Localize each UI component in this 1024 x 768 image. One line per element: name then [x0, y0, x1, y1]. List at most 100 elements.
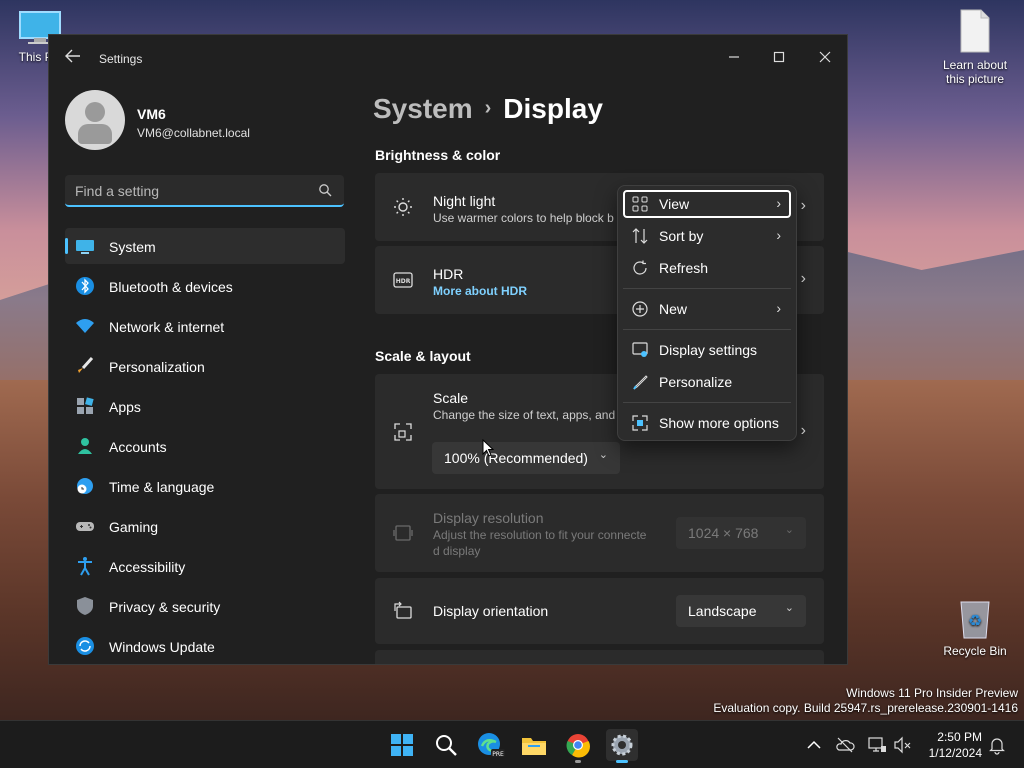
- dropdown-value: Landscape: [688, 603, 757, 619]
- accessibility-icon: [78, 557, 92, 576]
- onedrive-tray[interactable]: [835, 735, 855, 755]
- hdr-icon: HDR: [393, 272, 413, 288]
- taskbar-file-explorer-button[interactable]: [518, 729, 550, 761]
- title-bar: Settings: [49, 35, 847, 81]
- sidebar-item-gaming[interactable]: Gaming: [65, 508, 345, 544]
- card-subtitle: Use warmer colors to help block b: [433, 211, 614, 225]
- menu-item-new[interactable]: New ›: [623, 295, 791, 323]
- menu-item-view[interactable]: View ›: [623, 190, 791, 218]
- resolution-dropdown: 1024 × 768 ⌄: [676, 517, 806, 549]
- section-heading-brightness: Brightness & color: [375, 147, 501, 163]
- recycle-bin-icon: ♻: [955, 596, 995, 640]
- profile-email: VM6@collabnet.local: [137, 126, 250, 140]
- sidebar-nav: System Bluetooth & devices Network & int…: [65, 228, 345, 664]
- avatar: [65, 90, 125, 150]
- start-button[interactable]: [386, 729, 418, 761]
- taskbar-clock[interactable]: 2:50 PM 1/12/2024: [929, 729, 982, 761]
- breadcrumb-parent[interactable]: System: [373, 93, 473, 124]
- dropdown-value: 1024 × 768: [688, 525, 759, 541]
- page-title: Display: [503, 93, 603, 124]
- clock-time: 2:50 PM: [937, 730, 982, 744]
- menu-item-label: Sort by: [659, 228, 704, 244]
- menu-item-display-settings[interactable]: Display settings: [623, 336, 791, 364]
- notifications-button[interactable]: [987, 735, 1007, 755]
- folder-icon: [522, 738, 546, 755]
- taskbar-edge-button[interactable]: PRE: [474, 729, 506, 761]
- orientation-icon: [394, 601, 412, 619]
- sidebar-item-accounts[interactable]: Accounts: [65, 428, 345, 464]
- edge-browser-icon: PRE: [478, 733, 505, 758]
- menu-item-label: Display settings: [659, 342, 758, 358]
- taskbar-search-button[interactable]: [430, 729, 462, 761]
- window-title: Settings: [99, 52, 143, 66]
- search-box: [65, 175, 344, 207]
- sidebar-item-label: Network & internet: [109, 319, 225, 335]
- scale-icon: [394, 423, 412, 441]
- display-orientation-card: Display orientation Landscape ⌄: [375, 578, 824, 644]
- menu-item-sort-by[interactable]: Sort by ›: [623, 222, 791, 250]
- resolution-icon: [393, 525, 413, 541]
- network-tray[interactable]: [867, 735, 887, 755]
- chevron-right-icon[interactable]: ›: [801, 422, 806, 440]
- back-button[interactable]: [63, 49, 83, 67]
- chevron-right-icon: ›: [800, 270, 806, 287]
- menu-separator: [623, 329, 791, 330]
- sidebar-item-time-language[interactable]: Time & language: [65, 468, 345, 504]
- menu-separator: [623, 288, 791, 289]
- watermark-line: Windows 11 Pro Insider Preview: [846, 686, 1018, 700]
- taskbar-chrome-button[interactable]: [562, 729, 594, 763]
- card-title: HDR: [433, 266, 464, 282]
- desktop-icon-learn-picture[interactable]: Learn about this picture: [935, 8, 1015, 86]
- section-heading-scale-layout: Scale & layout: [375, 348, 471, 364]
- sidebar-item-accessibility[interactable]: Accessibility: [65, 548, 345, 584]
- sidebar-item-label: Privacy & security: [109, 599, 221, 615]
- display-settings-icon: [632, 342, 648, 357]
- sidebar-item-label: Accounts: [109, 439, 167, 455]
- more-about-hdr-link[interactable]: More about HDR: [433, 284, 527, 298]
- sidebar-item-network[interactable]: Network & internet: [65, 308, 345, 344]
- menu-item-show-more-options[interactable]: Show more options: [623, 409, 791, 437]
- running-indicator: [575, 760, 581, 763]
- brush-icon: [78, 356, 94, 373]
- svg-text:♻: ♻: [968, 611, 982, 630]
- menu-item-personalize[interactable]: Personalize: [623, 368, 791, 396]
- menu-item-label: View: [659, 196, 690, 212]
- desktop-icon-recycle-bin[interactable]: ♻ Recycle Bin: [935, 596, 1015, 658]
- sidebar-item-personalization[interactable]: Personalization: [65, 348, 345, 384]
- search-icon[interactable]: [318, 183, 332, 197]
- chevron-up-icon: [807, 740, 821, 749]
- sidebar-item-windows-update[interactable]: Windows Update: [65, 628, 345, 664]
- scale-dropdown[interactable]: 100% (Recommended) ⌄: [432, 442, 620, 474]
- user-profile[interactable]: VM6 VM6@collabnet.local: [65, 90, 355, 152]
- sidebar-item-apps[interactable]: Apps: [65, 388, 345, 424]
- card-title: Night light: [433, 193, 496, 209]
- sidebar-item-system[interactable]: System: [65, 228, 345, 264]
- plus-circle-icon: [632, 301, 648, 317]
- volume-tray[interactable]: [893, 735, 913, 755]
- maximize-button[interactable]: [764, 43, 794, 73]
- taskbar-settings-button[interactable]: [606, 729, 638, 763]
- chevron-down-icon: ⌄: [598, 449, 608, 461]
- show-hidden-icons-button[interactable]: [804, 735, 824, 755]
- sidebar-item-label: Windows Update: [109, 639, 215, 655]
- search-input[interactable]: [75, 182, 305, 200]
- menu-item-refresh[interactable]: Refresh: [623, 254, 791, 282]
- gear-icon: [611, 734, 633, 756]
- chevron-right-icon: ›: [776, 195, 781, 211]
- wifi-icon: [76, 319, 94, 333]
- minimize-button[interactable]: [719, 43, 749, 73]
- volume-muted-icon: [894, 736, 911, 754]
- desktop-icon-label: Recycle Bin: [943, 644, 1007, 658]
- evaluation-watermark: Windows 11 Pro Insider Preview Evaluatio…: [713, 686, 1018, 716]
- breadcrumb: System › Display: [373, 93, 603, 125]
- close-button[interactable]: [810, 43, 840, 73]
- dropdown-value: 100% (Recommended): [444, 450, 588, 466]
- menu-item-label: Refresh: [659, 260, 709, 276]
- sidebar-item-bluetooth[interactable]: Bluetooth & devices: [65, 268, 345, 304]
- profile-name: VM6: [137, 106, 166, 122]
- menu-item-label: Show more options: [659, 415, 779, 431]
- orientation-dropdown[interactable]: Landscape ⌄: [676, 595, 806, 627]
- document-icon: [957, 8, 993, 54]
- sidebar-item-privacy[interactable]: Privacy & security: [65, 588, 345, 624]
- watermark-line: Evaluation copy. Build 25947.rs_prerelea…: [713, 701, 1018, 715]
